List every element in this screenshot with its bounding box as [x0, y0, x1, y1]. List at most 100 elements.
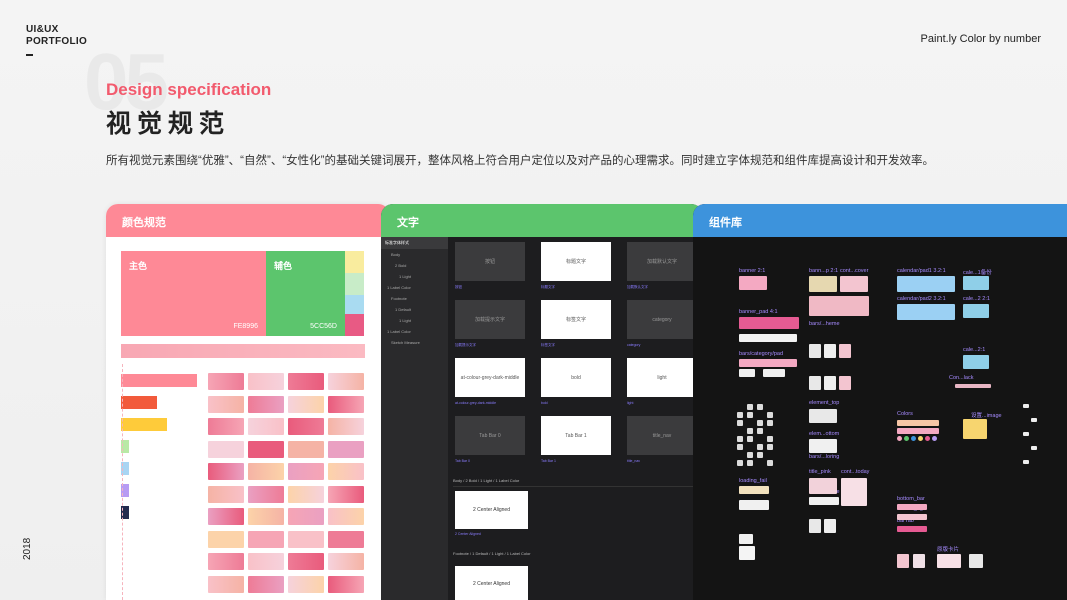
- thumbnail: [208, 395, 244, 413]
- component-thumbnail: [763, 369, 785, 377]
- thumbnail: [328, 418, 364, 435]
- component-thumbnail: [824, 344, 836, 358]
- thumbnail: [288, 440, 324, 458]
- thumbnail: [248, 418, 284, 435]
- component-thumbnail: [897, 504, 927, 510]
- thumbnail: [248, 508, 284, 525]
- icon-thumbnail: [747, 436, 753, 442]
- component-thumbnail: [897, 428, 939, 434]
- small-element: [1023, 432, 1029, 436]
- component-label: 设置...image: [971, 413, 1002, 419]
- component-thumbnail: [963, 304, 989, 318]
- thumbnail: [288, 418, 324, 435]
- color-spec-panel: 颜色规范 主色 FE8996 辅色 5CC56D: [106, 204, 390, 600]
- component-label: cont...cover: [840, 268, 869, 274]
- text-card: 按钮: [455, 242, 525, 281]
- text-card-caption: title_nav: [627, 459, 641, 463]
- text-card: light: [627, 358, 697, 397]
- text-card: Tab Bar 0: [455, 416, 525, 455]
- color-dot: [925, 436, 930, 441]
- color-dot: [932, 436, 937, 441]
- component-thumbnail: [937, 554, 961, 568]
- component-thumbnail: [739, 369, 755, 377]
- component-label: banner 2:1: [739, 268, 766, 274]
- icon-thumbnail: [737, 436, 743, 442]
- text-card-caption: 标题文字: [541, 285, 555, 289]
- thumbnail: [328, 440, 364, 458]
- small-element: [1031, 418, 1037, 422]
- thumbnail: [328, 485, 364, 503]
- layer-sidebar: 标准字体样式 Body 2 Bold 1 Light 1 Label Color Foot…: [381, 237, 448, 600]
- component-thumbnail: [739, 500, 769, 510]
- gradient-bar: [121, 344, 365, 358]
- thumbnail: [328, 373, 364, 390]
- icon-thumbnail: [737, 460, 743, 466]
- icon-thumbnail: [747, 460, 753, 466]
- component-thumbnail: [897, 420, 939, 426]
- thumbnail: [248, 373, 284, 390]
- component-label: banner_pad 4:1: [739, 309, 778, 315]
- brand-line1: UI&UX: [26, 24, 59, 35]
- text-card-caption: 加载默认文字: [627, 285, 648, 289]
- component-thumbnail: [809, 409, 837, 423]
- extra-swatch: [345, 251, 364, 273]
- component-thumbnail: [897, 276, 955, 292]
- color-dot: [918, 436, 923, 441]
- extra-swatch: [345, 314, 364, 336]
- component-thumbnail: [739, 486, 769, 494]
- sidebar-item: Sketch Measure: [391, 340, 420, 345]
- color-bar: [121, 374, 197, 387]
- color-dot: [897, 436, 902, 441]
- component-panel-header: 组件库: [693, 204, 1067, 237]
- thumbnail: [248, 530, 284, 548]
- component-thumbnail: [739, 359, 797, 367]
- component-thumbnail: [839, 344, 851, 358]
- thumbnail: [208, 553, 244, 570]
- year-label: 2018: [22, 537, 33, 560]
- color-bar: [121, 396, 157, 409]
- component-label: calendar/pad1 3.2:1: [897, 268, 946, 274]
- thumbnail: [288, 530, 324, 548]
- icon-thumbnail: [757, 428, 763, 434]
- component-thumbnail: [824, 376, 836, 390]
- text-card: category: [627, 300, 697, 339]
- thumbnail: [248, 463, 284, 480]
- thumbnail: [208, 575, 244, 593]
- text-card: title_nav: [627, 416, 697, 455]
- component-label: loading_fail: [739, 478, 767, 484]
- component-label: elem...ottom: [809, 431, 840, 437]
- text-card: at-colour-grey-dark-middle: [455, 358, 525, 397]
- thumbnail: [208, 485, 244, 503]
- icon-thumbnail: [767, 444, 773, 450]
- icon-thumbnail: [757, 444, 763, 450]
- icon-thumbnail: [747, 452, 753, 458]
- extra-swatch: [345, 295, 364, 314]
- sidebar-item: 1 Light: [399, 274, 412, 279]
- component-thumbnail: [897, 554, 909, 568]
- icon-thumbnail: [737, 444, 743, 450]
- sidebar-item: 1 Label Color: [387, 285, 411, 290]
- component-label: bottom_bar: [897, 496, 925, 502]
- sidebar-item: Footnote: [391, 296, 407, 301]
- thumbnail: [248, 440, 284, 458]
- component-label: 原版卡片: [937, 547, 960, 553]
- brand-dash: [26, 54, 33, 56]
- text-card-caption: Tab Bar 0: [455, 459, 470, 463]
- icon-thumbnail: [747, 428, 753, 434]
- component-thumbnail: [809, 519, 821, 533]
- thumbnail: [288, 575, 324, 593]
- secondary-swatch: 辅色 5CC56D: [266, 251, 345, 336]
- text-card-caption: 标签文字: [541, 343, 555, 347]
- small-element: [1023, 460, 1029, 464]
- center-aligned-card: 2 Center Aligned: [455, 491, 528, 529]
- sidebar-item: 1 Default: [395, 307, 412, 312]
- color-bar: [121, 418, 167, 431]
- icon-thumbnail: [757, 420, 763, 426]
- thumbnail: [208, 373, 244, 390]
- component-thumbnail: [897, 526, 927, 532]
- secondary-hex: 5CC56D: [310, 323, 337, 330]
- component-thumbnail: [739, 334, 797, 342]
- text-card-caption: Tab Bar 1: [541, 459, 556, 463]
- icon-thumbnail: [767, 420, 773, 426]
- thumbnail: [288, 508, 324, 525]
